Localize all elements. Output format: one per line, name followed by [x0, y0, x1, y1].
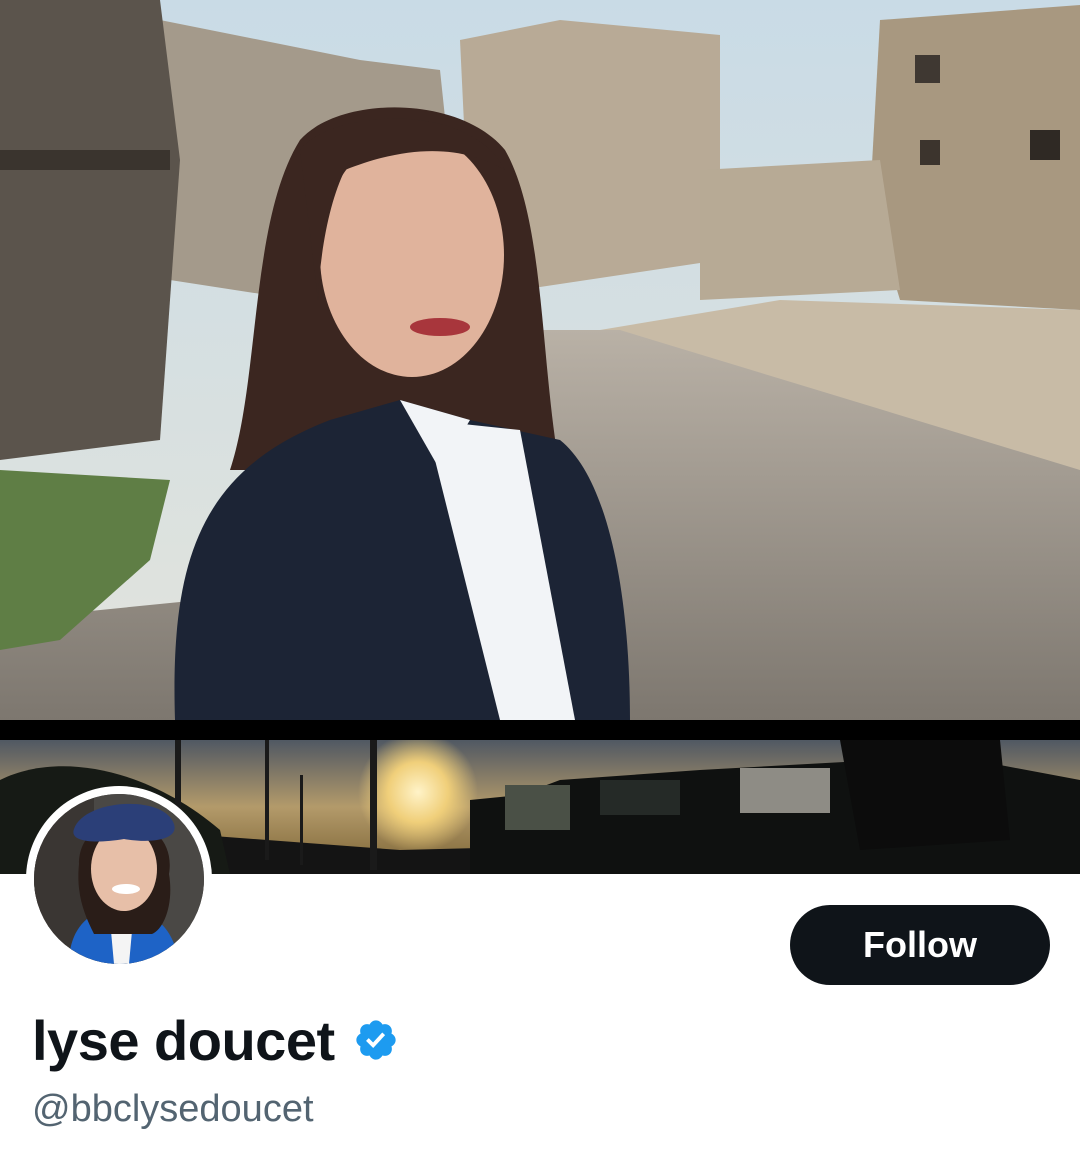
header-photo[interactable] [0, 0, 1080, 720]
follow-button[interactable]: Follow [790, 905, 1050, 985]
profile-name-row: lyse doucet [32, 1005, 399, 1075]
verified-badge-icon[interactable] [353, 1017, 399, 1063]
profile-display-name: lyse doucet [32, 1008, 335, 1072]
avatar-image [34, 794, 204, 964]
photo-divider [0, 720, 1080, 740]
profile-handle: @bbclysedoucet [32, 1088, 314, 1130]
avatar[interactable] [34, 794, 204, 964]
header-photo-image [0, 0, 1080, 720]
